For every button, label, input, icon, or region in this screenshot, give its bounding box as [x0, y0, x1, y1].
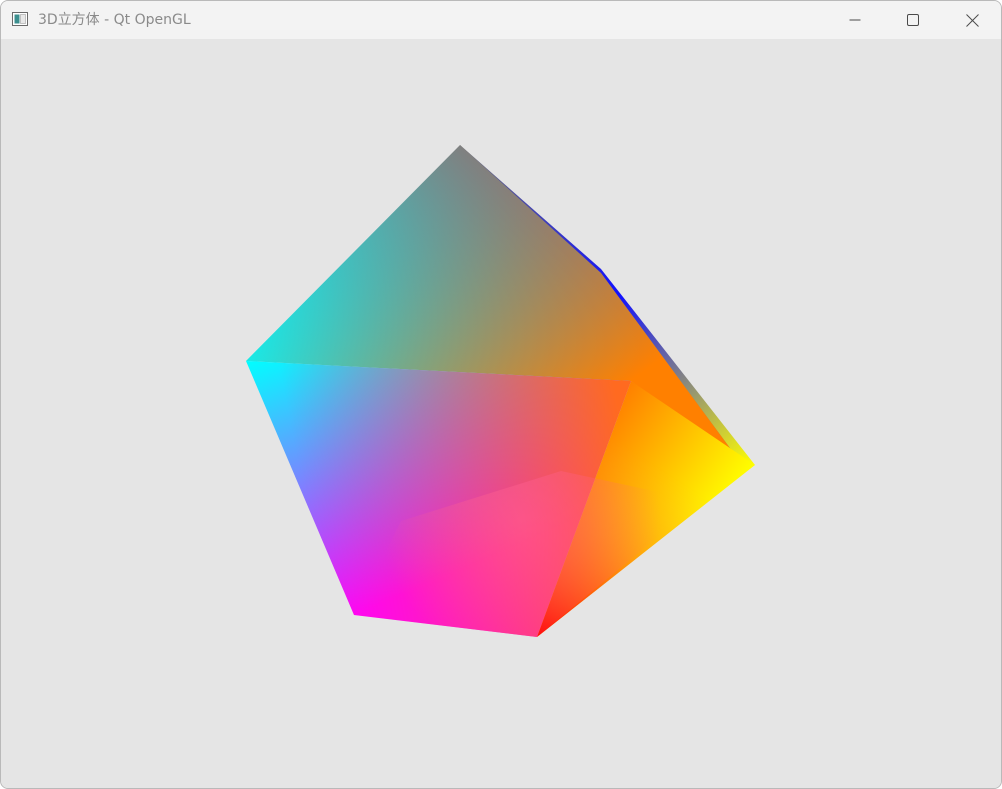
title-bar[interactable]: 3D立方体 - Qt OpenGL	[1, 1, 1001, 39]
color-cube[interactable]	[1, 39, 1001, 788]
app-window-icon	[12, 12, 28, 26]
window-title: 3D立方体 - Qt OpenGL	[38, 12, 191, 28]
minimize-icon	[849, 19, 861, 21]
app-window: 3D立方体 - Qt OpenGL	[0, 0, 1002, 789]
maximize-icon	[907, 14, 919, 26]
opengl-viewport[interactable]	[1, 39, 1001, 788]
maximize-button[interactable]	[884, 1, 942, 39]
close-icon	[965, 13, 979, 27]
minimize-button[interactable]	[826, 1, 884, 39]
close-button[interactable]	[943, 1, 1001, 39]
